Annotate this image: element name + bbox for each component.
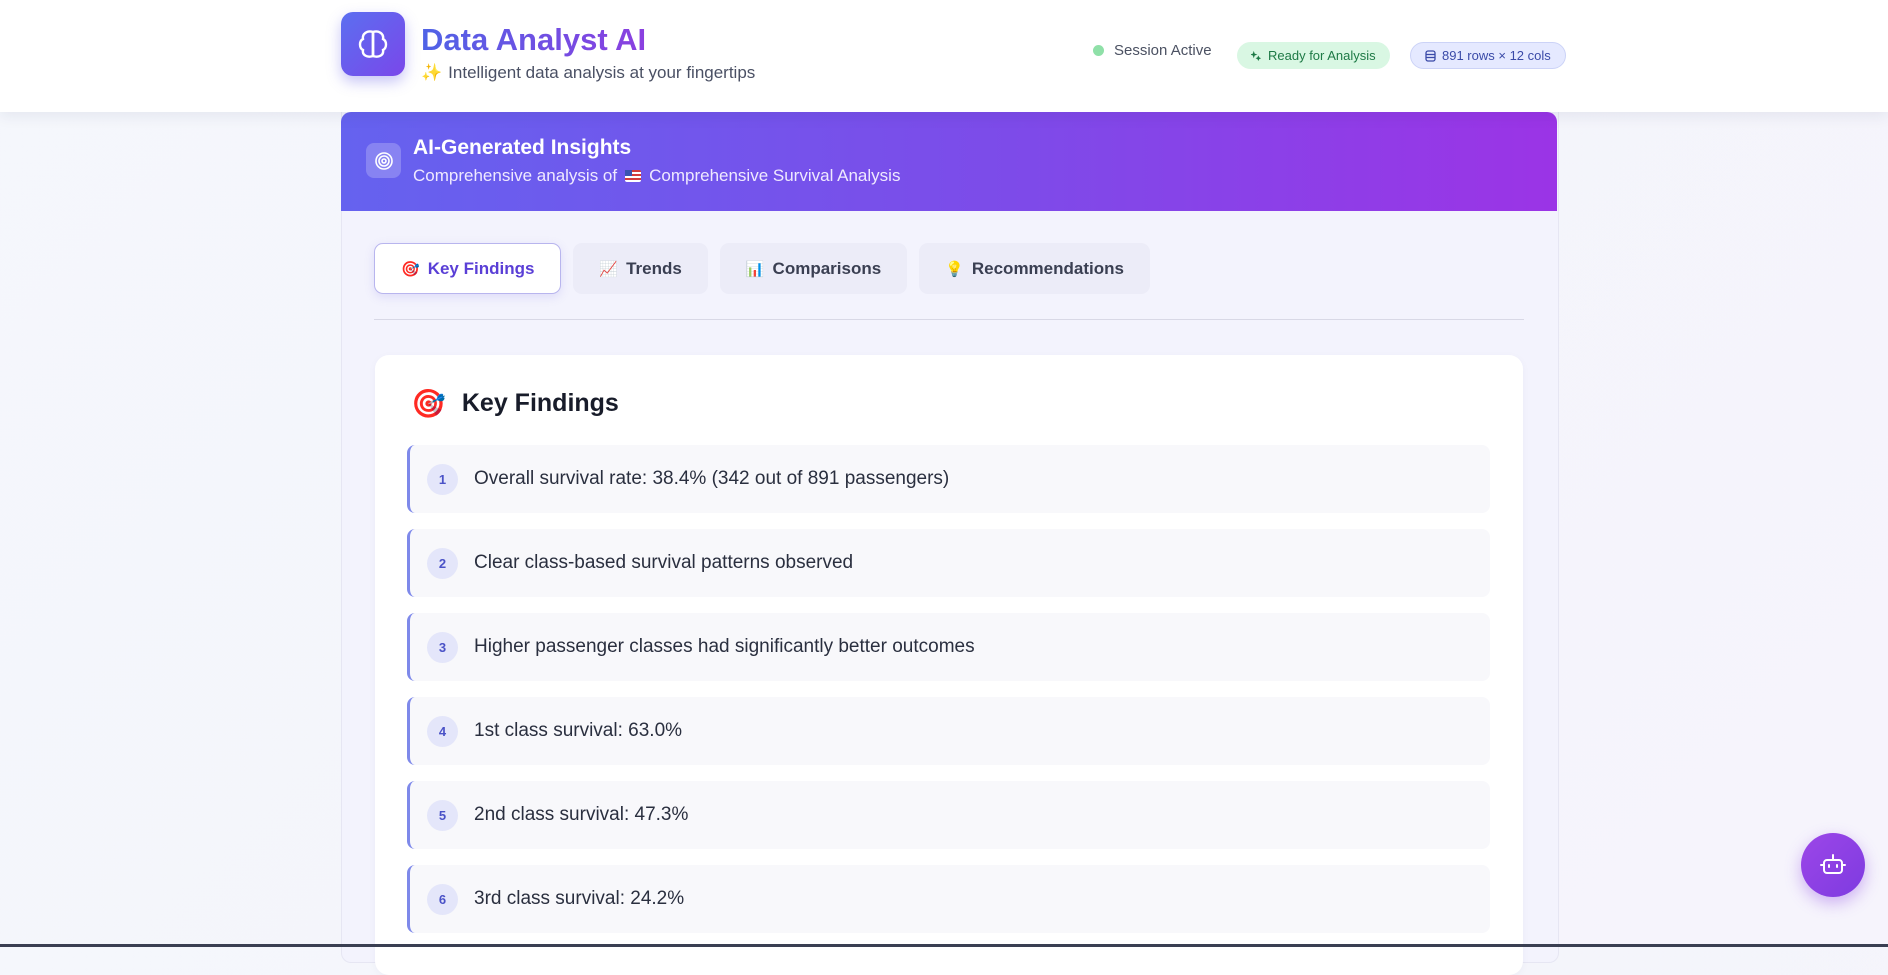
app-subtitle: ✨ Intelligent data analysis at your finge… <box>421 63 755 83</box>
insights-tabs: 🎯 Key Findings 📈 Trends 📊 Comparisons 💡 … <box>374 243 1150 294</box>
finding-number: 3 <box>427 631 458 663</box>
brain-icon <box>341 12 405 76</box>
finding-number: 2 <box>427 547 458 579</box>
tab-key-findings[interactable]: 🎯 Key Findings <box>374 243 562 294</box>
sparkle-icon: ✨ <box>421 63 443 82</box>
target-icon: 🎯 <box>401 260 420 278</box>
tab-trends[interactable]: 📈 Trends <box>573 243 708 294</box>
finding-item: 1 Overall survival rate: 38.4% (342 out … <box>407 445 1490 513</box>
finding-text: Clear class-based survival patterns obse… <box>474 552 854 573</box>
assistant-button[interactable] <box>1801 833 1865 897</box>
dataset-badge: 891 rows × 12 cols <box>1410 42 1566 69</box>
finding-item: 6 3rd class survival: 24.2% <box>407 865 1490 933</box>
app-subtitle-text: Intelligent data analysis at your finger… <box>448 63 756 82</box>
tabs-divider <box>374 319 1524 320</box>
tab-label: Key Findings <box>427 258 535 278</box>
target-icon <box>366 143 401 178</box>
finding-text: 2nd class survival: 47.3% <box>474 804 689 825</box>
app-title: Data Analyst AI <box>421 22 647 57</box>
tab-label: Recommendations <box>971 258 1124 278</box>
tab-comparisons[interactable]: 📊 Comparisons <box>719 243 908 294</box>
database-icon <box>1425 49 1436 62</box>
finding-text: 1st class survival: 63.0% <box>474 720 683 741</box>
finding-item: 2 Clear class-based survival patterns ob… <box>407 529 1490 597</box>
lightbulb-icon: 💡 <box>945 260 964 278</box>
key-findings-panel: 🎯 Key Findings 1 Overall survival rate: … <box>375 355 1523 975</box>
tab-label: Comparisons <box>772 258 882 278</box>
bar-chart-icon: 📊 <box>745 260 765 278</box>
ready-badge-label: Ready for Analysis <box>1268 48 1376 63</box>
finding-number: 1 <box>427 463 458 495</box>
finding-item: 4 1st class survival: 63.0% <box>407 697 1490 765</box>
tab-recommendations[interactable]: 💡 Recommendations <box>919 243 1150 294</box>
robot-icon <box>1820 854 1846 874</box>
finding-text: 3rd class survival: 24.2% <box>474 888 685 909</box>
panel-title: Key Findings <box>461 389 619 417</box>
session-status-label: Session Active <box>1114 42 1212 59</box>
sparkle-icon <box>1251 50 1262 61</box>
session-status: Session Active <box>1093 42 1212 59</box>
finding-text: Overall survival rate: 38.4% (342 out of… <box>474 468 950 489</box>
banner-dataset-name: Comprehensive Survival Analysis <box>649 166 901 185</box>
chart-up-icon: 📈 <box>599 260 619 278</box>
banner-title: AI-Generated Insights <box>413 136 632 159</box>
app-header: Data Analyst AI ✨ Intelligent data analys… <box>0 0 1888 112</box>
finding-item: 3 Higher passenger classes had significa… <box>407 613 1490 681</box>
finding-text: Higher passenger classes had significant… <box>474 636 975 657</box>
dataset-badge-label: 891 rows × 12 cols <box>1442 48 1551 63</box>
finding-number: 4 <box>427 715 458 747</box>
insights-banner: AI-Generated Insights Comprehensive anal… <box>341 112 1557 211</box>
finding-item: 5 2nd class survival: 47.3% <box>407 781 1490 849</box>
tab-label: Trends <box>626 258 682 278</box>
finding-number: 5 <box>427 799 458 831</box>
target-icon: 🎯 <box>411 388 446 419</box>
flag-icon <box>625 170 642 182</box>
panel-header: 🎯 Key Findings <box>411 387 619 420</box>
finding-number: 6 <box>427 883 458 915</box>
banner-subtitle-prefix: Comprehensive analysis of <box>413 166 618 185</box>
ready-badge: Ready for Analysis <box>1237 42 1390 69</box>
banner-subtitle: Comprehensive analysis of Comprehensive … <box>413 166 900 186</box>
status-dot-icon <box>1093 45 1104 56</box>
